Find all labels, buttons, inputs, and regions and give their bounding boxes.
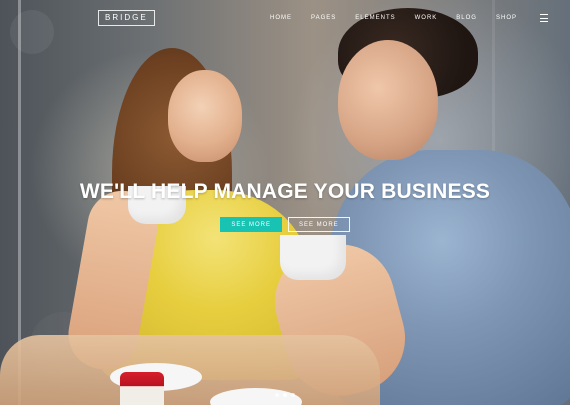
nav-pages[interactable]: PAGES: [311, 15, 336, 21]
menu-icon-line: [540, 17, 548, 19]
nav-blog[interactable]: BLOG: [456, 15, 477, 21]
menu-icon-line: [540, 21, 548, 22]
bokeh-light: [470, 300, 550, 380]
nav-work[interactable]: WORK: [415, 15, 438, 21]
hero-section: WE'LL HELP MANAGE YOUR BUSINESS SEE MORE…: [0, 180, 570, 233]
main-menu: HOME PAGES ELEMENTS WORK BLOG SHOP: [270, 14, 548, 22]
dessert: [120, 372, 164, 405]
plate: [110, 363, 202, 391]
hamburger-menu-icon[interactable]: [540, 14, 548, 22]
see-more-secondary-button[interactable]: SEE MORE: [288, 217, 350, 233]
nav-elements[interactable]: ELEMENTS: [355, 15, 395, 21]
woman-hair: [112, 48, 232, 298]
slider-dot[interactable]: [275, 393, 279, 397]
logo[interactable]: BRIDGE: [98, 10, 155, 26]
hero-buttons: SEE MORE SEE MORE: [0, 217, 570, 233]
nav-home[interactable]: HOME: [270, 15, 292, 21]
top-navigation: BRIDGE HOME PAGES ELEMENTS WORK BLOG SHO…: [0, 0, 570, 36]
menu-icon-line: [540, 14, 548, 15]
bokeh-light: [30, 312, 96, 378]
hero-title: WE'LL HELP MANAGE YOUR BUSINESS: [79, 180, 491, 203]
man-arm: [262, 232, 418, 405]
hero-screen: BRIDGE HOME PAGES ELEMENTS WORK BLOG SHO…: [0, 0, 570, 405]
nav-shop[interactable]: SHOP: [496, 15, 517, 21]
slider-dot[interactable]: [291, 393, 295, 397]
see-more-primary-button[interactable]: SEE MORE: [220, 217, 282, 233]
bokeh-light: [365, 282, 441, 358]
woman-face: [168, 70, 242, 162]
coffee-cup: [280, 235, 346, 280]
slider-pagination: [275, 393, 295, 397]
cafe-table: [0, 335, 380, 405]
bokeh-light: [205, 280, 273, 348]
man-face: [338, 40, 438, 160]
slider-dot-active[interactable]: [283, 393, 287, 397]
